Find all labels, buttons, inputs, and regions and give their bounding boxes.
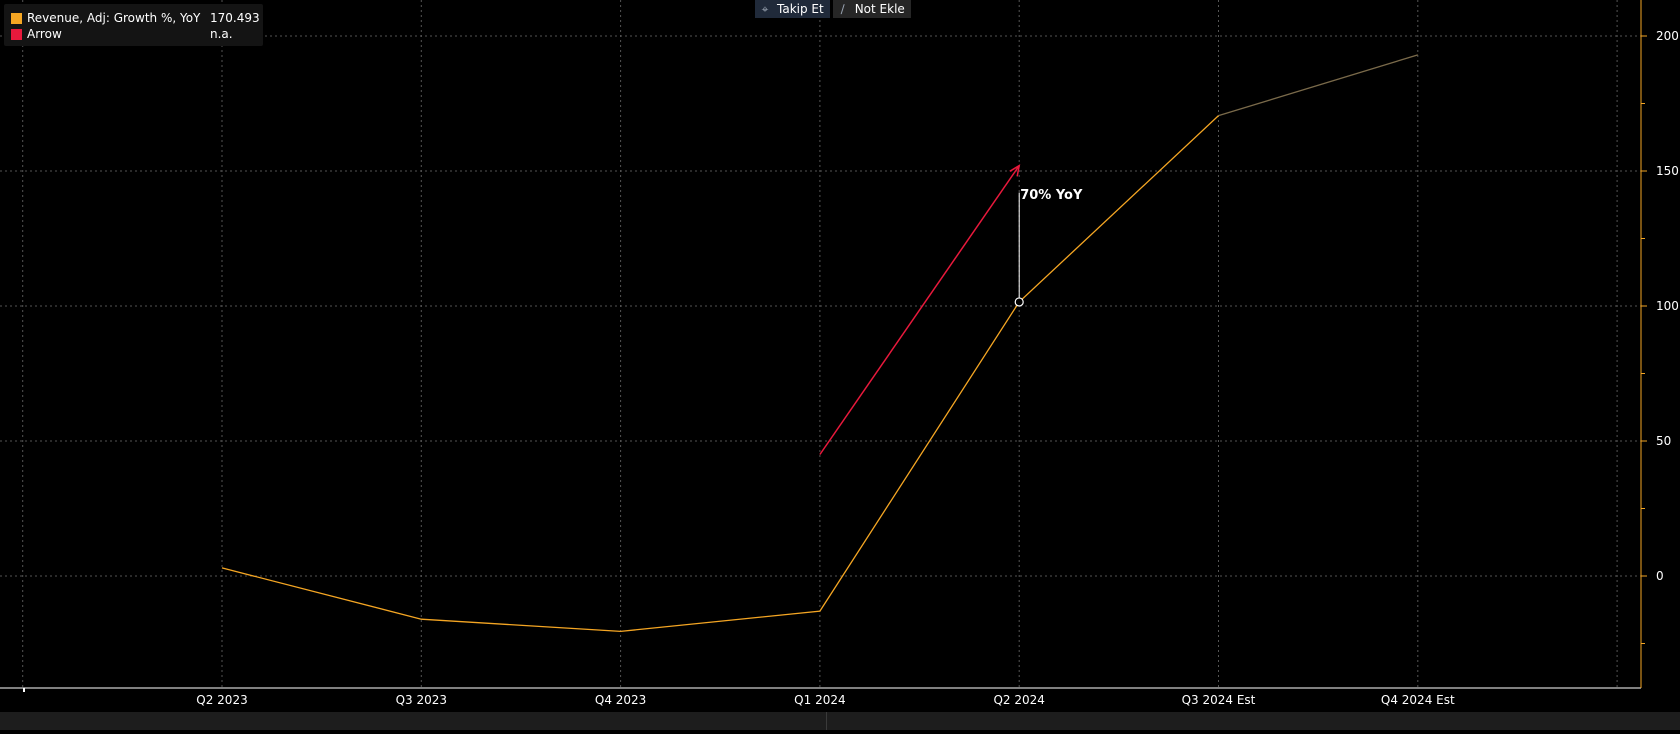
x-tick-label: Q3 2024 Est (1182, 693, 1256, 707)
axis-layer (0, 0, 1647, 692)
chart-area: 70% YoY 200 150 100 50 0 Q2 2023 Q3 2023 Q4 202… (0, 0, 1680, 730)
annotation-label: 70% YoY (1020, 188, 1083, 203)
legend-item-arrow[interactable]: Arrow n.a. (11, 26, 259, 42)
legend-swatch-arrow (11, 29, 22, 40)
x-tick-label: Q2 2023 (196, 693, 247, 707)
crosshair-icon: ⌖ (761, 2, 769, 16)
bottom-panel-divider (826, 712, 827, 730)
legend-label-revenue: Revenue, Adj: Growth %, YoY (27, 11, 201, 25)
chart-svg: 70% YoY 200 150 100 50 0 Q2 2023 Q3 2023 Q4 202… (0, 0, 1679, 707)
y-tick-label: 150 (1656, 164, 1679, 178)
annotation-marker (1014, 297, 1024, 307)
x-tick-label: Q4 2023 (595, 693, 646, 707)
y-tick-label: 50 (1656, 434, 1671, 448)
pencil-icon: ∕ (840, 2, 845, 16)
legend-label-arrow: Arrow (27, 27, 62, 41)
chart-toolbar: ⌖ Takip Et ∕ Not Ekle (755, 0, 911, 18)
x-tick-label: Q1 2024 (794, 693, 845, 707)
legend-swatch-revenue (11, 13, 22, 24)
y-tick-label: 0 (1656, 569, 1664, 583)
grid-layer (0, 0, 1641, 688)
follow-button-label: Takip Et (777, 2, 824, 16)
y-tick-label: 100 (1656, 299, 1679, 313)
series-line-revenue-estimate (1218, 54, 1418, 117)
arrow-head (1009, 164, 1021, 177)
x-tick-label: Q4 2024 Est (1381, 693, 1455, 707)
chart-legend: Revenue, Adj: Growth %, YoY 170.493 Arro… (4, 4, 263, 46)
x-tick-label: Q3 2023 (396, 693, 447, 707)
legend-item-revenue[interactable]: Revenue, Adj: Growth %, YoY 170.493 (11, 10, 260, 26)
add-note-button[interactable]: ∕ Not Ekle (832, 0, 911, 18)
arrow-line (819, 165, 1020, 455)
bottom-panel-strip (0, 712, 1680, 730)
annotation-layer: 70% YoY (1014, 188, 1083, 307)
add-note-button-label: Not Ekle (854, 2, 905, 16)
legend-value-arrow: n.a. (210, 27, 233, 41)
x-tick-label: Q2 2024 (993, 693, 1044, 707)
label-layer: 200 150 100 50 0 Q2 2023 Q3 2023 Q4 2023 Q1 2024… (196, 29, 1679, 707)
legend-value-revenue: 170.493 (210, 11, 260, 25)
y-tick-label: 200 (1656, 29, 1679, 43)
follow-button[interactable]: ⌖ Takip Et (755, 0, 830, 18)
